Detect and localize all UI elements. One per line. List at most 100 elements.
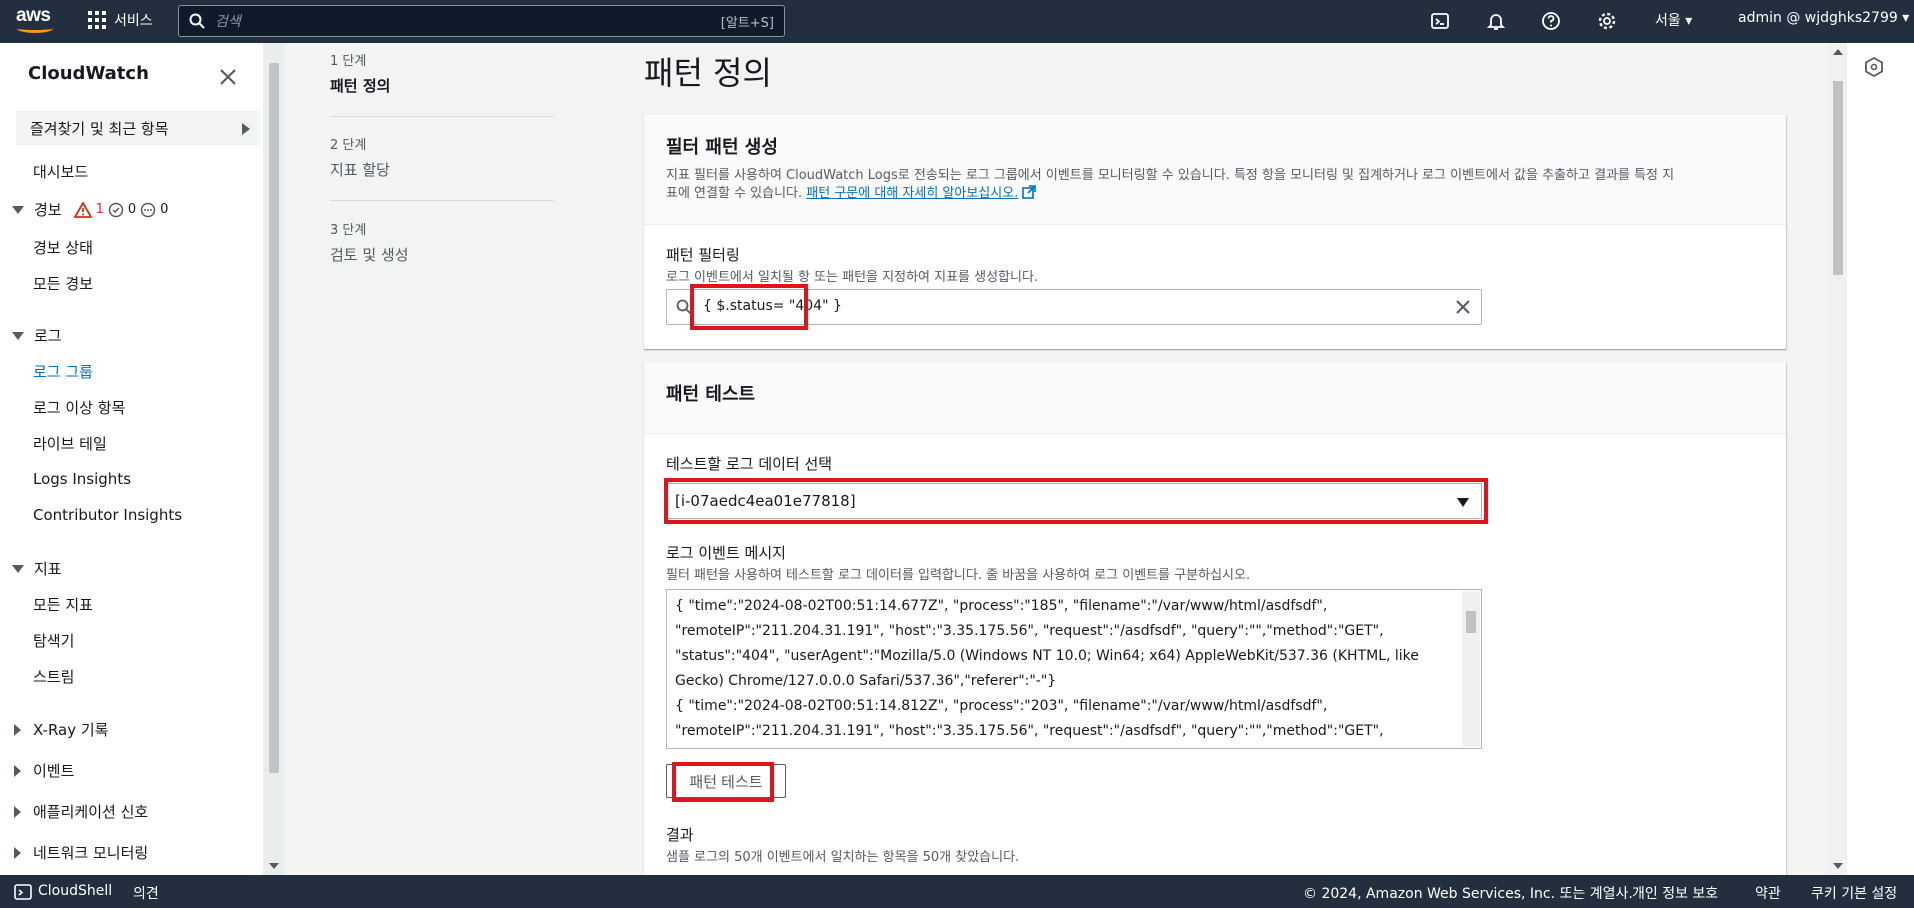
step-number: 2 단계: [330, 138, 367, 153]
terms-link[interactable]: 약관: [1755, 883, 1781, 903]
cookie-preferences-link[interactable]: 쿠키 기본 설정: [1811, 883, 1897, 903]
help-icon[interactable]: [1541, 11, 1561, 31]
external-link-icon[interactable]: [1022, 185, 1037, 199]
search-input[interactable]: 검색 [알트+S]: [178, 5, 785, 37]
sidebar-section-app-signals[interactable]: 애플리케이션 신호: [12, 801, 148, 822]
footer: CloudShell 의견 © 2024, Amazon Web Service…: [0, 875, 1914, 908]
result-label: 결과: [666, 826, 694, 844]
sidebar-section-label: 로그: [34, 327, 62, 345]
search-shortcut: [알트+S]: [720, 15, 774, 31]
sidebar-section-label: 애플리케이션 신호: [33, 803, 149, 821]
cloudshell-icon[interactable]: [14, 883, 32, 901]
sidebar-item-streams[interactable]: 스트림: [33, 666, 74, 687]
services-label: 서비스: [114, 13, 153, 29]
log-line: "remoteIP":"211.204.31.191", "host":"3.3…: [675, 623, 1384, 639]
step-label: 지표 할당: [330, 161, 390, 179]
hexagon-icon[interactable]: [1865, 57, 1883, 77]
highlight-box: [664, 478, 1488, 524]
ellipsis-circle-icon: [140, 202, 156, 217]
region-selector[interactable]: 서울 ▾: [1655, 10, 1692, 30]
log-line: "status":"404", "userAgent":"Mozilla/5.0…: [675, 648, 1419, 664]
sidebar-item-all-alarms[interactable]: 모든 경보: [33, 273, 93, 294]
main-scrollbar[interactable]: [1830, 43, 1846, 875]
step-2: 2 단계 지표 할당: [330, 134, 390, 180]
sidebar-section-metrics[interactable]: 지표: [12, 558, 62, 579]
sidebar-section-label: 경보: [34, 201, 62, 219]
warning-icon: [73, 201, 92, 218]
feedback-link[interactable]: 의견: [133, 883, 159, 903]
panel-title: 필터 패턴 생성: [666, 137, 778, 158]
caret-right-icon: [14, 846, 21, 859]
sidebar-section-label: 네트워크 모니터링: [33, 844, 149, 862]
log-line: { "time":"2024-08-02T00:51:14.812Z", "pr…: [675, 698, 1328, 714]
bell-icon[interactable]: [1486, 11, 1506, 31]
panel-header: 패턴 테스트: [644, 362, 1786, 434]
filter-pattern-description: 로그 이벤트에서 일치될 항 또는 패턴을 지정하여 지표를 생성합니다.: [666, 270, 1039, 285]
cloudshell-icon[interactable]: [1430, 11, 1450, 31]
sidebar-scrollbar[interactable]: [264, 43, 284, 875]
panel-description: 지표 필터를 사용하여 CloudWatch Logs로 전송되는 로그 그룹에…: [666, 168, 1675, 201]
log-event-message-textarea[interactable]: { "time":"2024-08-02T00:51:14.677Z", "pr…: [666, 589, 1482, 749]
learn-more-link[interactable]: 패턴 구문에 대해 자세히 알아보십시오.: [806, 186, 1018, 201]
step-1: 1 단계 패턴 정의: [330, 50, 390, 96]
sidebar: CloudWatch 즐겨찾기 및 최근 항목 대시보드 경보 1 0 0 경보…: [0, 43, 264, 875]
caret-right-icon: [14, 805, 21, 818]
sidebar-item-live-tail[interactable]: 라이브 테일: [33, 433, 107, 454]
filter-pattern-label: 패턴 필터링: [666, 246, 740, 264]
sidebar-section-alarms[interactable]: 경보 1 0 0: [12, 199, 168, 220]
privacy-link[interactable]: 개인 정보 보호: [1632, 883, 1718, 903]
aws-logo[interactable]: aws: [16, 6, 56, 36]
right-rail: [1846, 43, 1914, 875]
textarea-scrollbar[interactable]: [1462, 591, 1480, 747]
settings-icon[interactable]: [1597, 11, 1617, 31]
log-event-message-description: 필터 패턴을 사용하여 테스트할 로그 데이터를 입력합니다. 줄 바꿈을 사용…: [666, 568, 1251, 583]
step-label: 패턴 정의: [330, 77, 391, 95]
sidebar-item-explorer[interactable]: 탐색기: [33, 630, 74, 651]
create-filter-pattern-panel: 필터 패턴 생성 지표 필터를 사용하여 CloudWatch Logs로 전송…: [644, 115, 1786, 349]
close-icon[interactable]: [218, 67, 238, 87]
log-line: { "time":"2024-08-02T00:51:14.677Z", "pr…: [675, 598, 1328, 614]
log-line: Gecko) Chrome/127.0.0.0 Safari/537.36","…: [675, 673, 1057, 689]
step-number: 3 단계: [330, 223, 367, 238]
sidebar-item-dashboard[interactable]: 대시보드: [33, 161, 88, 182]
step-label: 검토 및 생성: [330, 246, 409, 264]
favorites-and-recent[interactable]: 즐겨찾기 및 최근 항목: [16, 111, 260, 145]
sidebar-section-label: 이벤트: [33, 762, 75, 780]
step-number: 1 단계: [330, 54, 367, 69]
sidebar-item-alarm-state[interactable]: 경보 상태: [33, 237, 93, 258]
cloudshell-link[interactable]: CloudShell: [38, 883, 112, 899]
highlight-box: [672, 762, 774, 802]
sidebar-item-contributor-insights[interactable]: Contributor Insights: [33, 506, 182, 524]
sidebar-section-xray[interactable]: X-Ray 기록: [12, 719, 108, 740]
alarm-count: 1: [95, 202, 104, 217]
panel-title: 패턴 테스트: [666, 384, 756, 405]
caret-right-icon: [14, 723, 21, 736]
caret-right-icon: [14, 764, 21, 777]
highlight-box: [690, 284, 808, 330]
sidebar-item-all-metrics[interactable]: 모든 지표: [33, 594, 93, 615]
grid-icon: [88, 11, 106, 29]
sidebar-section-network-monitoring[interactable]: 네트워크 모니터링: [12, 842, 148, 863]
insufficient-count: 0: [160, 202, 169, 217]
services-menu-button[interactable]: 서비스: [88, 10, 153, 30]
sidebar-item-logs-insights[interactable]: Logs Insights: [33, 470, 131, 488]
log-event-message-label: 로그 이벤트 메시지: [666, 544, 786, 562]
log-line: "remoteIP":"211.204.31.191", "host":"3.3…: [675, 723, 1384, 739]
divider: [330, 200, 554, 201]
sidebar-section-events[interactable]: 이벤트: [12, 760, 74, 781]
page-title: 패턴 정의: [644, 54, 772, 92]
search-placeholder: 검색: [215, 14, 241, 30]
caret-down-icon: [12, 564, 24, 573]
sidebar-item-log-groups[interactable]: 로그 그룹: [33, 361, 93, 382]
sidebar-item-log-anomalies[interactable]: 로그 이상 항목: [33, 397, 125, 418]
ok-count: 0: [127, 202, 137, 217]
log-data-select-label: 테스트할 로그 데이터 선택: [666, 455, 833, 473]
step-3: 3 단계 검토 및 생성: [330, 219, 409, 265]
sidebar-section-logs[interactable]: 로그: [12, 325, 62, 346]
clear-icon[interactable]: [1455, 299, 1471, 315]
top-navigation: aws 서비스 검색 [알트+S] 서울 ▾ admin @ wjdghks27…: [0, 0, 1914, 43]
panel-header: 필터 패턴 생성 지표 필터를 사용하여 CloudWatch Logs로 전송…: [644, 115, 1786, 225]
caret-down-icon: [12, 331, 24, 340]
sidebar-section-label: X-Ray 기록: [33, 721, 109, 739]
account-menu[interactable]: admin @ wjdghks2799 ▾: [1738, 10, 1909, 26]
